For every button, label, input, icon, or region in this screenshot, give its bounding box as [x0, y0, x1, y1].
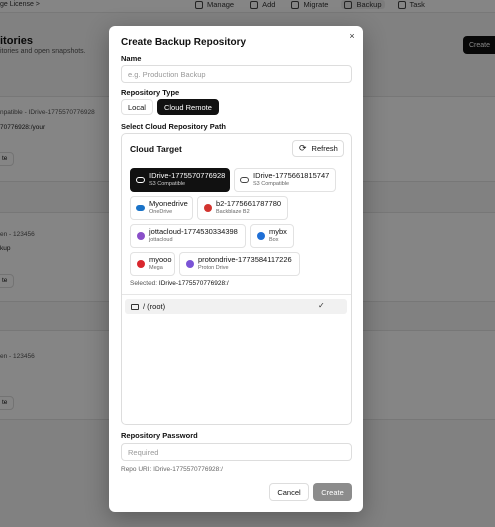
protondrive-icon [185, 260, 194, 269]
target-b2-1775661787780[interactable]: b2-1775661787780 Backblaze B2 [197, 196, 288, 220]
target-idrive-1775570776928[interactable]: IDrive-1775570776928 S3 Compatible [130, 168, 230, 192]
cancel-button[interactable]: Cancel [269, 483, 309, 501]
target-type: S3 Compatible [149, 181, 186, 187]
box-icon [256, 232, 265, 241]
target-name: jottacloud-1774530334398 [149, 227, 238, 236]
onedrive-icon [136, 204, 145, 213]
cloud-target-title: Cloud Target [130, 144, 182, 154]
target-myonedrive[interactable]: Myonedrive OneDrive [130, 196, 193, 220]
target-type: Mega [149, 265, 163, 271]
cloud-icon [240, 176, 249, 185]
target-protondrive-1773584117226[interactable]: protondrive-1773584117226 Proton Drive [179, 252, 300, 276]
name-input[interactable] [121, 65, 352, 83]
check-icon: ✓ [318, 301, 325, 310]
target-myooo[interactable]: myooo Mega [130, 252, 175, 276]
jottacloud-icon [136, 232, 145, 241]
repository-type-toggle: Local Cloud Remote [121, 99, 219, 115]
selected-path-value: IDrive-1775570776928:/ [158, 280, 229, 287]
refresh-label: Refresh [311, 144, 338, 153]
target-type: jottacloud [149, 237, 173, 243]
target-name: b2-1775661787780 [216, 199, 282, 208]
type-local-button[interactable]: Local [121, 99, 153, 115]
cloud-path-label: Select Cloud Repository Path [121, 122, 227, 131]
target-type: Backblaze B2 [216, 209, 250, 215]
target-name: mybx [269, 227, 287, 236]
target-mybx[interactable]: mybx Box [250, 224, 294, 248]
refresh-icon: ⟳ [299, 143, 307, 153]
name-label: Name [121, 54, 142, 63]
target-name: IDrive-1775661815747 [253, 171, 330, 180]
divider [122, 294, 351, 295]
selected-prefix: Selected: [130, 280, 158, 287]
target-type: OneDrive [149, 209, 173, 215]
dialog-title: Create Backup Repository [121, 37, 247, 48]
target-name: myooo [149, 255, 172, 264]
backblaze-icon [203, 204, 212, 213]
folder-label: / (root) [143, 302, 166, 311]
create-backup-repository-dialog: Create Backup Repository × Name Reposito… [109, 26, 363, 512]
mega-icon [136, 260, 145, 269]
folder-icon [131, 303, 139, 310]
target-type: Proton Drive [198, 265, 229, 271]
password-input[interactable] [121, 443, 352, 461]
cloud-target-browser: Cloud Target ⟳ Refresh IDrive-1775570776… [121, 133, 352, 425]
target-jottacloud-1774530334398[interactable]: jottacloud-1774530334398 jottacloud [130, 224, 246, 248]
target-name: protondrive-1773584117226 [198, 255, 292, 264]
repo-uri: Repo URI: IDrive-1775570776928:/ [121, 466, 223, 473]
refresh-button[interactable]: ⟳ Refresh [292, 140, 344, 157]
target-idrive-1775661815747[interactable]: IDrive-1775661815747 S3 Compatible [234, 168, 336, 192]
target-name: Myonedrive [149, 199, 188, 208]
folder-row-root[interactable]: / (root) ✓ [125, 299, 347, 314]
close-icon[interactable]: × [347, 31, 357, 41]
repository-type-label: Repository Type [121, 88, 180, 97]
target-name: IDrive-1775570776928 [149, 171, 226, 180]
target-type: Box [269, 237, 279, 243]
create-button[interactable]: Create [313, 483, 352, 501]
cloud-icon [136, 176, 145, 185]
password-label: Repository Password [121, 431, 198, 440]
selected-path: Selected: IDrive-1775570776928:/ [130, 280, 229, 287]
type-cloud-remote-button[interactable]: Cloud Remote [156, 99, 219, 115]
target-type: S3 Compatible [253, 181, 290, 187]
